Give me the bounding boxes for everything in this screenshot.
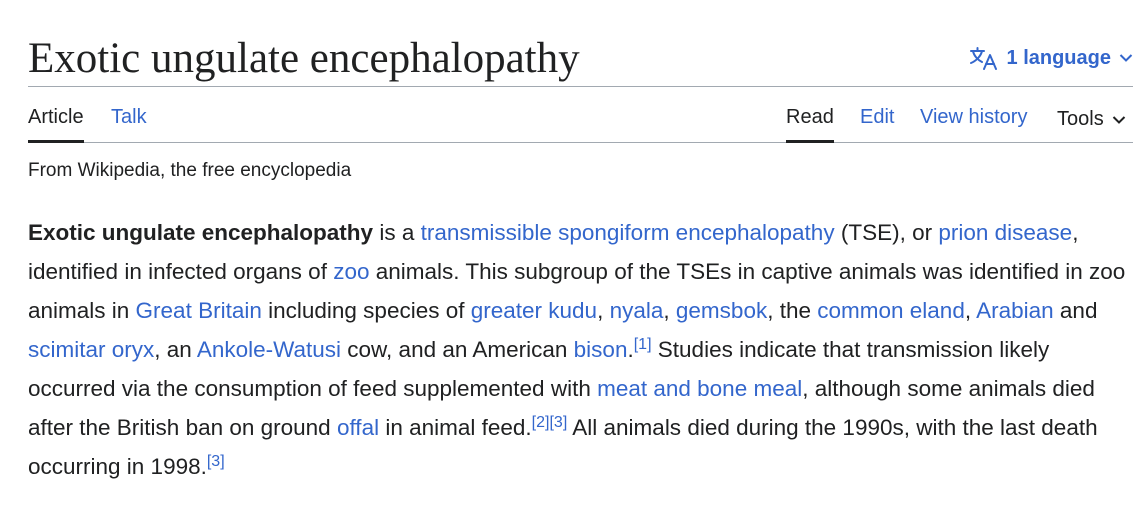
- language-button[interactable]: 1 language: [969, 44, 1133, 72]
- link-gemsbok[interactable]: gemsbok: [676, 298, 767, 323]
- link-offal[interactable]: offal: [337, 415, 379, 440]
- link-zoo[interactable]: zoo: [333, 259, 369, 284]
- text: cow, and an American: [341, 337, 574, 362]
- text: ,: [964, 298, 977, 323]
- chevron-down-icon: [1112, 98, 1126, 140]
- reference-link-3[interactable]: [3]: [549, 414, 567, 431]
- text: ,: [597, 298, 610, 323]
- reference-3: [3]: [549, 414, 567, 431]
- text: (TSE), or: [834, 220, 939, 245]
- text: ,: [663, 298, 676, 323]
- reference-link-2[interactable]: [2]: [532, 414, 550, 431]
- text: is a: [373, 220, 421, 245]
- link-bison[interactable]: bison: [574, 337, 628, 362]
- page-tabs: Article Talk Read Edit View history Tool…: [28, 96, 1133, 143]
- reference-3-second: [3]: [207, 453, 225, 470]
- title-divider: [28, 86, 1133, 87]
- link-arabian[interactable]: Arabian: [976, 298, 1054, 323]
- text: , the: [767, 298, 818, 323]
- link-nyala[interactable]: nyala: [610, 298, 664, 323]
- tab-read[interactable]: Read: [786, 96, 834, 143]
- language-label: 1 language: [1006, 46, 1111, 69]
- reference-link-3-second[interactable]: [3]: [207, 453, 225, 470]
- reference-link-1[interactable]: [1]: [634, 336, 652, 353]
- article-lead-paragraph: Exotic ungulate encephalopathy is a tran…: [28, 213, 1138, 486]
- link-greater-kudu[interactable]: greater kudu: [471, 298, 597, 323]
- page-title: Exotic ungulate encephalopathy: [28, 35, 580, 82]
- tools-menu-button[interactable]: Tools: [1057, 96, 1126, 142]
- link-ankole-watusi[interactable]: Ankole-Watusi: [197, 337, 341, 362]
- text: , an: [154, 337, 197, 362]
- text: including species of: [261, 298, 471, 323]
- tools-label: Tools: [1057, 108, 1104, 130]
- link-great-britain[interactable]: Great Britain: [136, 298, 262, 323]
- tab-talk[interactable]: Talk: [111, 96, 147, 142]
- reference-2: [2]: [532, 414, 550, 431]
- link-common-eland[interactable]: common eland: [817, 298, 965, 323]
- tab-view-history[interactable]: View history: [920, 96, 1027, 142]
- link-tse[interactable]: transmissible spongiform encephalopathy: [421, 220, 835, 245]
- translate-icon: [969, 46, 999, 70]
- link-scimitar-oryx[interactable]: scimitar oryx: [28, 337, 154, 362]
- link-prion-disease[interactable]: prion disease: [938, 220, 1072, 245]
- tab-article[interactable]: Article: [28, 96, 84, 143]
- link-meat-and-bone-meal[interactable]: meat and bone meal: [597, 376, 802, 401]
- reference-1: [1]: [634, 336, 652, 353]
- lead-term: Exotic ungulate encephalopathy: [28, 220, 374, 245]
- chevron-down-icon: [1119, 53, 1133, 63]
- text: and: [1053, 298, 1098, 323]
- tab-edit[interactable]: Edit: [860, 96, 894, 142]
- text: in animal feed.: [379, 415, 532, 440]
- site-tagline: From Wikipedia, the free encyclopedia: [28, 160, 352, 181]
